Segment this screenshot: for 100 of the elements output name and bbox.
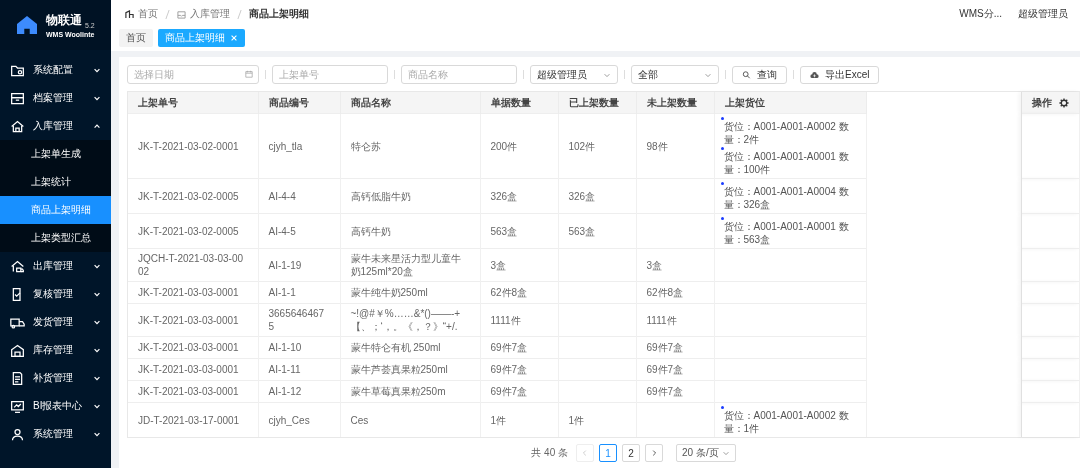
search-button[interactable]: 查询 xyxy=(732,65,787,84)
warehouse-icon xyxy=(10,342,25,358)
input-field[interactable]: 上架单号 xyxy=(272,65,388,84)
sku-cell: 36656464675 xyxy=(258,303,340,337)
total-count: 共 40 条 xyxy=(531,446,568,460)
quantity-cell: 69件7盒 xyxy=(480,380,558,403)
column-header: 单据数量 xyxy=(480,92,558,114)
cloud-upload-icon xyxy=(810,70,819,79)
quantity-cell: 1111件 xyxy=(480,303,558,337)
export-button[interactable]: 导出Excel xyxy=(800,65,880,84)
menu-item[interactable]: 系统管理 xyxy=(0,420,111,448)
order-number-cell: JK-T-2021-03-03-0001 xyxy=(128,281,258,304)
submenu-item[interactable]: 上架单生成 xyxy=(0,140,111,168)
submenu-item[interactable]: 上架统计 xyxy=(0,168,111,196)
search-icon xyxy=(742,70,751,79)
input-field[interactable]: 商品名称 xyxy=(401,65,517,84)
bullet-icon xyxy=(720,147,724,150)
menu-item[interactable]: BI报表中心 xyxy=(0,392,111,420)
location-cell-text: 货位：A001-A001-A0002 数量：1件 xyxy=(722,409,850,435)
quantity-cell: 102件 xyxy=(558,113,636,179)
menu-item[interactable]: 档案管理 xyxy=(0,84,111,112)
quantity-cell: 69件7盒 xyxy=(480,336,558,359)
submenu-item[interactable]: 上架类型汇总 xyxy=(0,224,111,252)
page-button[interactable]: 2 xyxy=(622,444,640,462)
page-size-select[interactable]: 20 条/页 xyxy=(676,444,736,462)
document-icon xyxy=(10,370,25,386)
order-number-cell: JK-T-2021-03-03-0001 xyxy=(128,303,258,337)
user-menu[interactable]: 超级管理员 xyxy=(1018,7,1068,21)
product-name-cell: 蒙牛草莓真果粒250m xyxy=(340,380,480,403)
bullet-icon xyxy=(720,406,724,409)
product-name-cell: 特仑苏 xyxy=(340,113,480,179)
user-menu[interactable]: WMS分... xyxy=(959,7,1002,21)
sku-cell: AI-1-1 xyxy=(258,281,340,304)
product-name-cell: 高钙低脂牛奶 xyxy=(340,178,480,214)
sku-cell: AI-1-10 xyxy=(258,336,340,359)
location-cell-text: 货位：A001-A001-A0002 数量：2件 xyxy=(722,120,850,146)
sku-cell: AI-1-12 xyxy=(258,380,340,403)
location-cell-text: 货位：A001-A001-A0001 数量：563盒 xyxy=(722,220,850,246)
page-tab[interactable]: 首页 xyxy=(119,29,153,47)
breadcrumb-link[interactable]: 入库管理 xyxy=(190,7,230,21)
breadcrumb-link[interactable]: 首页 xyxy=(138,7,158,21)
location-cell-text: 货位：A001-A001-A0004 数量：326盒 xyxy=(722,185,850,211)
menu-item[interactable]: 补货管理 xyxy=(0,364,111,392)
sku-cell: cjyh_Ces xyxy=(258,402,340,437)
chevron-left-icon xyxy=(581,449,589,457)
order-number-cell: JQCH-T-2021-03-03-0002 xyxy=(128,248,258,282)
menu-item[interactable]: 复核管理 xyxy=(0,280,111,308)
inbox-icon xyxy=(177,9,186,19)
quantity-cell: 563盒 xyxy=(480,213,558,249)
column-header: 商品名称 xyxy=(340,92,480,114)
bullet-icon xyxy=(720,182,724,185)
quantity-cell: 62件8盒 xyxy=(480,281,558,304)
quantity-cell: 69件7盒 xyxy=(636,358,714,381)
select-field[interactable]: 全部 xyxy=(631,65,719,84)
column-header: 未上架数量 xyxy=(636,92,714,114)
product-name-cell: 蒙牛纯牛奶250ml xyxy=(340,281,480,304)
drawer-icon xyxy=(10,90,25,106)
order-number-cell: JD-T-2021-03-17-0001 xyxy=(128,402,258,437)
column-header: 商品编号 xyxy=(258,92,340,114)
menu-item[interactable]: 发货管理 xyxy=(0,308,111,336)
logo-name: 物联通 xyxy=(46,12,82,29)
house-icon xyxy=(10,118,25,134)
date-field[interactable]: 选择日期 xyxy=(127,65,259,84)
quantity-cell: 62件8盒 xyxy=(636,281,714,304)
menu-item[interactable]: 入库管理 xyxy=(0,112,111,140)
sku-cell: AI-1-11 xyxy=(258,358,340,381)
chevron-right-icon xyxy=(650,449,658,457)
bullet-icon xyxy=(720,117,724,120)
close-icon[interactable] xyxy=(230,34,238,42)
order-number-cell: JK-T-2021-03-03-0001 xyxy=(128,336,258,359)
product-name-cell: Ces xyxy=(340,402,480,437)
bullet-icon xyxy=(720,217,724,220)
product-name-cell: 蒙牛未来星活力型儿童牛奶125ml*20盒 xyxy=(340,248,480,282)
column-header: 操作 xyxy=(1032,95,1052,110)
quantity-cell: 3盒 xyxy=(480,248,558,282)
settings-icon[interactable] xyxy=(1059,97,1069,108)
next-page-button[interactable] xyxy=(645,444,663,462)
sku-cell: AI-4-5 xyxy=(258,213,340,249)
product-name-cell: 高钙牛奶 xyxy=(340,213,480,249)
quantity-cell: 1件 xyxy=(480,402,558,437)
house-logo-icon xyxy=(16,15,38,35)
column-header: 上架货位 xyxy=(714,92,866,114)
quantity-cell: 69件7盒 xyxy=(636,336,714,359)
quantity-cell: 1111件 xyxy=(636,303,714,337)
quantity-cell: 326盒 xyxy=(558,178,636,214)
quantity-cell: 98件 xyxy=(636,113,714,179)
truck-icon xyxy=(10,258,25,274)
select-field[interactable]: 超级管理员 xyxy=(530,65,618,84)
monitor-icon xyxy=(10,398,25,414)
menu-item[interactable]: 系统配置 xyxy=(0,56,111,84)
location-cell-text: 货位：A001-A001-A0001 数量：100件 xyxy=(722,150,850,176)
menu-item[interactable]: 库存管理 xyxy=(0,336,111,364)
quantity-cell: 200件 xyxy=(480,113,558,179)
column-header: 已上架数量 xyxy=(558,92,636,114)
quantity-cell: 326盒 xyxy=(480,178,558,214)
person-icon xyxy=(10,426,25,442)
menu-item[interactable]: 出库管理 xyxy=(0,252,111,280)
product-name-cell: 蒙牛芦荟真果粒250ml xyxy=(340,358,480,381)
quantity-cell: 1件 xyxy=(558,402,636,437)
quantity-cell: 3盒 xyxy=(636,248,714,282)
